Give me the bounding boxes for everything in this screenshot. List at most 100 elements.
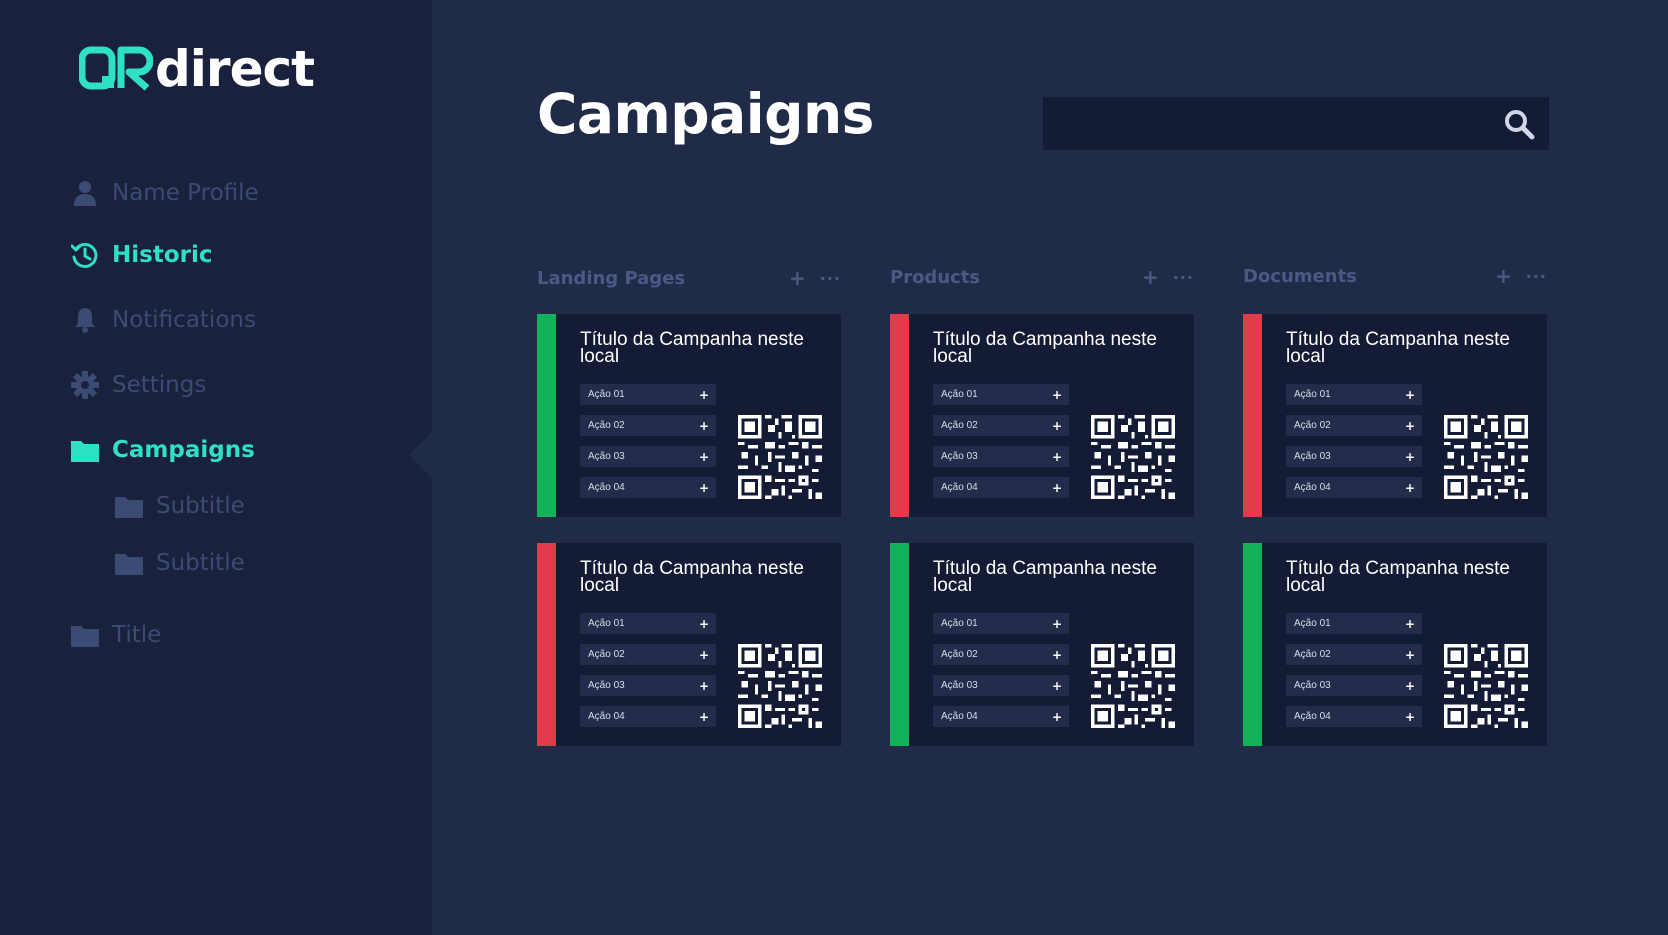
sidebar-item-label: Subtitle [156, 550, 245, 576]
action-label: Ação 03 [941, 451, 978, 462]
action-label: Ação 04 [941, 711, 978, 722]
sidebar-subitem-subtitle-1[interactable]: Subtitle [114, 491, 245, 521]
sidebar-item-notifications[interactable]: Notifications [70, 305, 256, 335]
action-button[interactable]: Ação 03 + [1286, 446, 1422, 467]
campaign-title: Título da Campanha neste local [580, 558, 804, 596]
campaign-card[interactable]: Título da Campanha neste local Ação 01 + Aç… [1243, 314, 1547, 517]
active-indicator-notch [409, 431, 432, 479]
qr-code-icon[interactable] [1091, 415, 1175, 499]
action-button[interactable]: Ação 02 + [1286, 415, 1422, 436]
plus-icon: + [698, 387, 709, 402]
status-strip [1243, 543, 1262, 746]
action-button[interactable]: Ação 01 + [933, 384, 1069, 405]
action-label: Ação 02 [941, 649, 978, 660]
plus-icon: + [1051, 449, 1062, 464]
plus-icon: + [698, 709, 709, 724]
campaign-card[interactable]: Título da Campanha neste local Ação 01 + Aç… [537, 314, 841, 517]
action-label: Ação 03 [588, 451, 625, 462]
plus-icon: + [698, 647, 709, 662]
action-button[interactable]: Ação 03 + [933, 675, 1069, 696]
plus-icon: + [698, 480, 709, 495]
action-label: Ação 02 [1294, 420, 1331, 431]
sidebar-item-settings[interactable]: Settings [70, 370, 206, 400]
qr-code-icon[interactable] [1444, 644, 1528, 728]
campaign-title: Título da Campanha neste local [1286, 329, 1510, 367]
action-button[interactable]: Ação 02 + [1286, 644, 1422, 665]
sidebar: direct Name Profile Historic Notificatio… [0, 0, 432, 935]
search-icon[interactable] [1503, 108, 1535, 140]
plus-icon: + [1051, 418, 1062, 433]
status-strip [537, 314, 556, 517]
sidebar-item-campaigns[interactable]: Campaigns [70, 435, 255, 465]
add-icon[interactable]: + [1142, 265, 1159, 289]
action-label: Ação 04 [588, 482, 625, 493]
action-button[interactable]: Ação 04 + [933, 706, 1069, 727]
folder-icon [114, 491, 144, 521]
action-button[interactable]: Ação 03 + [580, 675, 716, 696]
status-strip [537, 543, 556, 746]
action-label: Ação 01 [941, 389, 978, 400]
plus-icon: + [1051, 647, 1062, 662]
campaign-card[interactable]: Título da Campanha neste local Ação 01 + Aç… [1243, 543, 1547, 746]
column-tools: + ··· [789, 266, 843, 290]
action-list: Ação 01 + Ação 02 + Ação 03 + Ação 04 + [580, 613, 716, 737]
action-button[interactable]: Ação 04 + [580, 477, 716, 498]
campaign-card[interactable]: Título da Campanha neste local Ação 01 + Aç… [890, 314, 1194, 517]
qr-code-icon[interactable] [738, 415, 822, 499]
action-button[interactable]: Ação 02 + [933, 415, 1069, 436]
qr-code-icon[interactable] [738, 644, 822, 728]
column-header: Landing Pages + ··· [537, 264, 843, 292]
sidebar-subitem-subtitle-2[interactable]: Subtitle [114, 548, 245, 578]
status-strip [890, 543, 909, 746]
action-button[interactable]: Ação 01 + [1286, 613, 1422, 634]
action-button[interactable]: Ação 01 + [1286, 384, 1422, 405]
add-icon[interactable]: + [1495, 264, 1512, 288]
logo-text: direct [155, 40, 315, 98]
plus-icon: + [698, 678, 709, 693]
bell-icon [70, 305, 100, 335]
folder-icon [70, 435, 100, 465]
plus-icon: + [1051, 616, 1062, 631]
campaign-card[interactable]: Título da Campanha neste local Ação 01 + Aç… [890, 543, 1194, 746]
qr-code-icon[interactable] [1091, 644, 1175, 728]
sidebar-item-name-profile[interactable]: Name Profile [70, 178, 259, 208]
action-label: Ação 04 [1294, 711, 1331, 722]
sidebar-item-label: Notifications [112, 307, 256, 333]
action-button[interactable]: Ação 03 + [580, 446, 716, 467]
action-button[interactable]: Ação 02 + [933, 644, 1069, 665]
action-label: Ação 03 [1294, 451, 1331, 462]
action-button[interactable]: Ação 04 + [933, 477, 1069, 498]
add-icon[interactable]: + [789, 266, 806, 290]
logo[interactable]: direct [79, 40, 315, 98]
action-label: Ação 03 [941, 680, 978, 691]
action-button[interactable]: Ação 04 + [1286, 706, 1422, 727]
history-icon [70, 240, 100, 270]
action-button[interactable]: Ação 01 + [580, 613, 716, 634]
sidebar-item-label: Name Profile [112, 180, 259, 206]
action-label: Ação 02 [941, 420, 978, 431]
qr-code-icon[interactable] [1444, 415, 1528, 499]
action-label: Ação 02 [1294, 649, 1331, 660]
action-button[interactable]: Ação 02 + [580, 415, 716, 436]
action-button[interactable]: Ação 01 + [933, 613, 1069, 634]
plus-icon: + [1404, 678, 1415, 693]
sidebar-item-historic[interactable]: Historic [70, 240, 212, 270]
more-options-icon[interactable]: ··· [1526, 267, 1547, 286]
campaign-card[interactable]: Título da Campanha neste local Ação 01 + Aç… [537, 543, 841, 746]
sidebar-item-title[interactable]: Title [70, 620, 161, 650]
more-options-icon[interactable]: ··· [1173, 268, 1194, 287]
plus-icon: + [1404, 418, 1415, 433]
action-button[interactable]: Ação 03 + [933, 446, 1069, 467]
column-tools: + ··· [1495, 264, 1549, 288]
action-button[interactable]: Ação 04 + [1286, 477, 1422, 498]
column-header: Documents + ··· [1243, 262, 1549, 290]
action-button[interactable]: Ação 01 + [580, 384, 716, 405]
sidebar-item-label: Title [112, 622, 162, 648]
sidebar-item-label: Campaigns [112, 437, 255, 463]
action-label: Ação 01 [941, 618, 978, 629]
action-button[interactable]: Ação 04 + [580, 706, 716, 727]
action-button[interactable]: Ação 02 + [580, 644, 716, 665]
action-button[interactable]: Ação 03 + [1286, 675, 1422, 696]
more-options-icon[interactable]: ··· [820, 269, 841, 288]
search-input[interactable] [1043, 97, 1483, 150]
